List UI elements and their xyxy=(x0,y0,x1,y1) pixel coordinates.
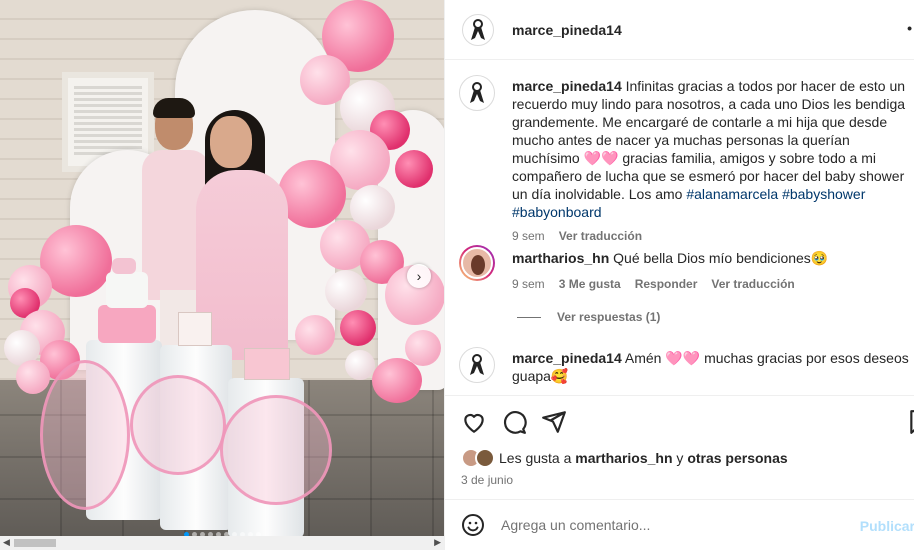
comment-time[interactable]: 9 sem xyxy=(512,275,545,293)
ribbon-logo-icon xyxy=(470,82,484,103)
balloon xyxy=(395,150,433,188)
likes-prefix: Les gusta a xyxy=(499,450,576,466)
avatar[interactable] xyxy=(462,13,494,46)
gift-box xyxy=(244,348,290,380)
comment-body: martharios_hn Qué bella Dios mío bendici… xyxy=(512,249,912,293)
likes-others-link[interactable]: otras personas xyxy=(687,450,787,466)
comment-meta: 9 sem 3 Me gusta Responder Ver traducció… xyxy=(512,275,912,293)
comments-list[interactable]: marce_pineda14 Infinitas gracias a todos… xyxy=(445,61,914,394)
translate-link[interactable]: Ver traducción xyxy=(711,275,794,293)
ribbon-bow xyxy=(130,375,226,475)
comment-body: marce_pineda14 Amén 🩷🩷 muchas gracias po… xyxy=(512,349,912,385)
translate-link[interactable]: Ver traducción xyxy=(559,227,642,245)
share-icon[interactable] xyxy=(541,409,567,435)
ribbon-logo-icon xyxy=(470,354,484,375)
cake-top xyxy=(106,272,148,308)
comment-text: Qué bella Dios mío bendiciones🥹 xyxy=(613,250,829,266)
scrollbar-thumb[interactable] xyxy=(14,539,56,547)
balloon xyxy=(278,160,346,228)
hashtag-link[interactable]: #babyonboard xyxy=(512,204,602,220)
comment-input[interactable] xyxy=(501,517,841,533)
add-comment-bar: Publicar xyxy=(445,499,914,550)
comment-icon[interactable] xyxy=(501,409,527,435)
ribbon-bow xyxy=(220,395,332,505)
caption-body: marce_pineda14 Infinitas gracias a todos… xyxy=(512,77,912,245)
more-dots-icon[interactable]: • xyxy=(907,20,912,36)
post-date[interactable]: 3 de junio xyxy=(461,473,513,487)
caption-text: Infinitas gracias a todos por hacer de e… xyxy=(512,78,906,202)
likes-summary: Les gusta a martharios_hn y otras person… xyxy=(461,448,788,468)
caption-username[interactable]: marce_pineda14 xyxy=(512,78,622,94)
caption-meta: 9 sem Ver traducción xyxy=(512,227,912,245)
horizontal-scrollbar[interactable]: ◀ ▶ xyxy=(0,536,444,550)
chevron-right-icon: › xyxy=(416,268,422,284)
woman-head xyxy=(210,116,252,168)
hashtag-link[interactable]: #alanamarcela xyxy=(686,186,778,202)
hashtag-link[interactable]: #babyshower xyxy=(782,186,865,202)
balloon xyxy=(295,315,335,355)
comment-username[interactable]: marce_pineda14 xyxy=(512,350,622,366)
bookmark-icon[interactable] xyxy=(907,409,914,435)
name-sign xyxy=(178,312,212,346)
post-username[interactable]: marce_pineda14 xyxy=(512,22,622,38)
balloon xyxy=(405,330,441,366)
cake-topper xyxy=(112,258,136,274)
likes-user-link[interactable]: martharios_hn xyxy=(575,450,672,466)
action-bar xyxy=(445,395,914,445)
balloon xyxy=(16,360,50,394)
emoji-icon[interactable] xyxy=(461,513,485,537)
reply-button[interactable]: Responder xyxy=(635,275,698,293)
ribbon-logo-icon xyxy=(471,18,485,40)
replies-divider xyxy=(517,316,541,318)
view-replies-button[interactable]: Ver respuestas (1) xyxy=(517,310,660,324)
scroll-right-icon[interactable]: ▶ xyxy=(434,537,441,548)
avatar-photo xyxy=(461,247,493,279)
caption-time[interactable]: 9 sem xyxy=(512,227,545,245)
balloon xyxy=(372,358,422,403)
scroll-left-icon[interactable]: ◀ xyxy=(3,537,10,548)
avatar[interactable] xyxy=(459,347,495,383)
post-header: marce_pineda14 • xyxy=(445,0,914,60)
avatar[interactable] xyxy=(459,75,495,111)
balloon xyxy=(325,270,367,312)
post-photo[interactable]: › xyxy=(0,0,444,536)
post-side-panel: marce_pineda14 • marce_pineda14 Infinita… xyxy=(444,0,914,550)
view-replies-label: Ver respuestas (1) xyxy=(557,310,661,324)
ribbon-bow xyxy=(40,360,130,510)
likes-middle: y xyxy=(672,450,688,466)
publish-button[interactable]: Publicar xyxy=(860,518,914,534)
avatar[interactable] xyxy=(475,448,495,468)
balloon xyxy=(340,310,376,346)
avatar[interactable] xyxy=(459,245,495,281)
heart-icon[interactable] xyxy=(461,409,487,435)
man-hair xyxy=(153,98,195,118)
next-photo-button[interactable]: › xyxy=(407,264,431,288)
comment-username[interactable]: martharios_hn xyxy=(512,250,609,266)
comment-likes[interactable]: 3 Me gusta xyxy=(559,275,621,293)
balloon xyxy=(345,350,375,380)
likes-text: Les gusta a martharios_hn y otras person… xyxy=(499,450,788,466)
cake-bottom xyxy=(98,305,156,343)
